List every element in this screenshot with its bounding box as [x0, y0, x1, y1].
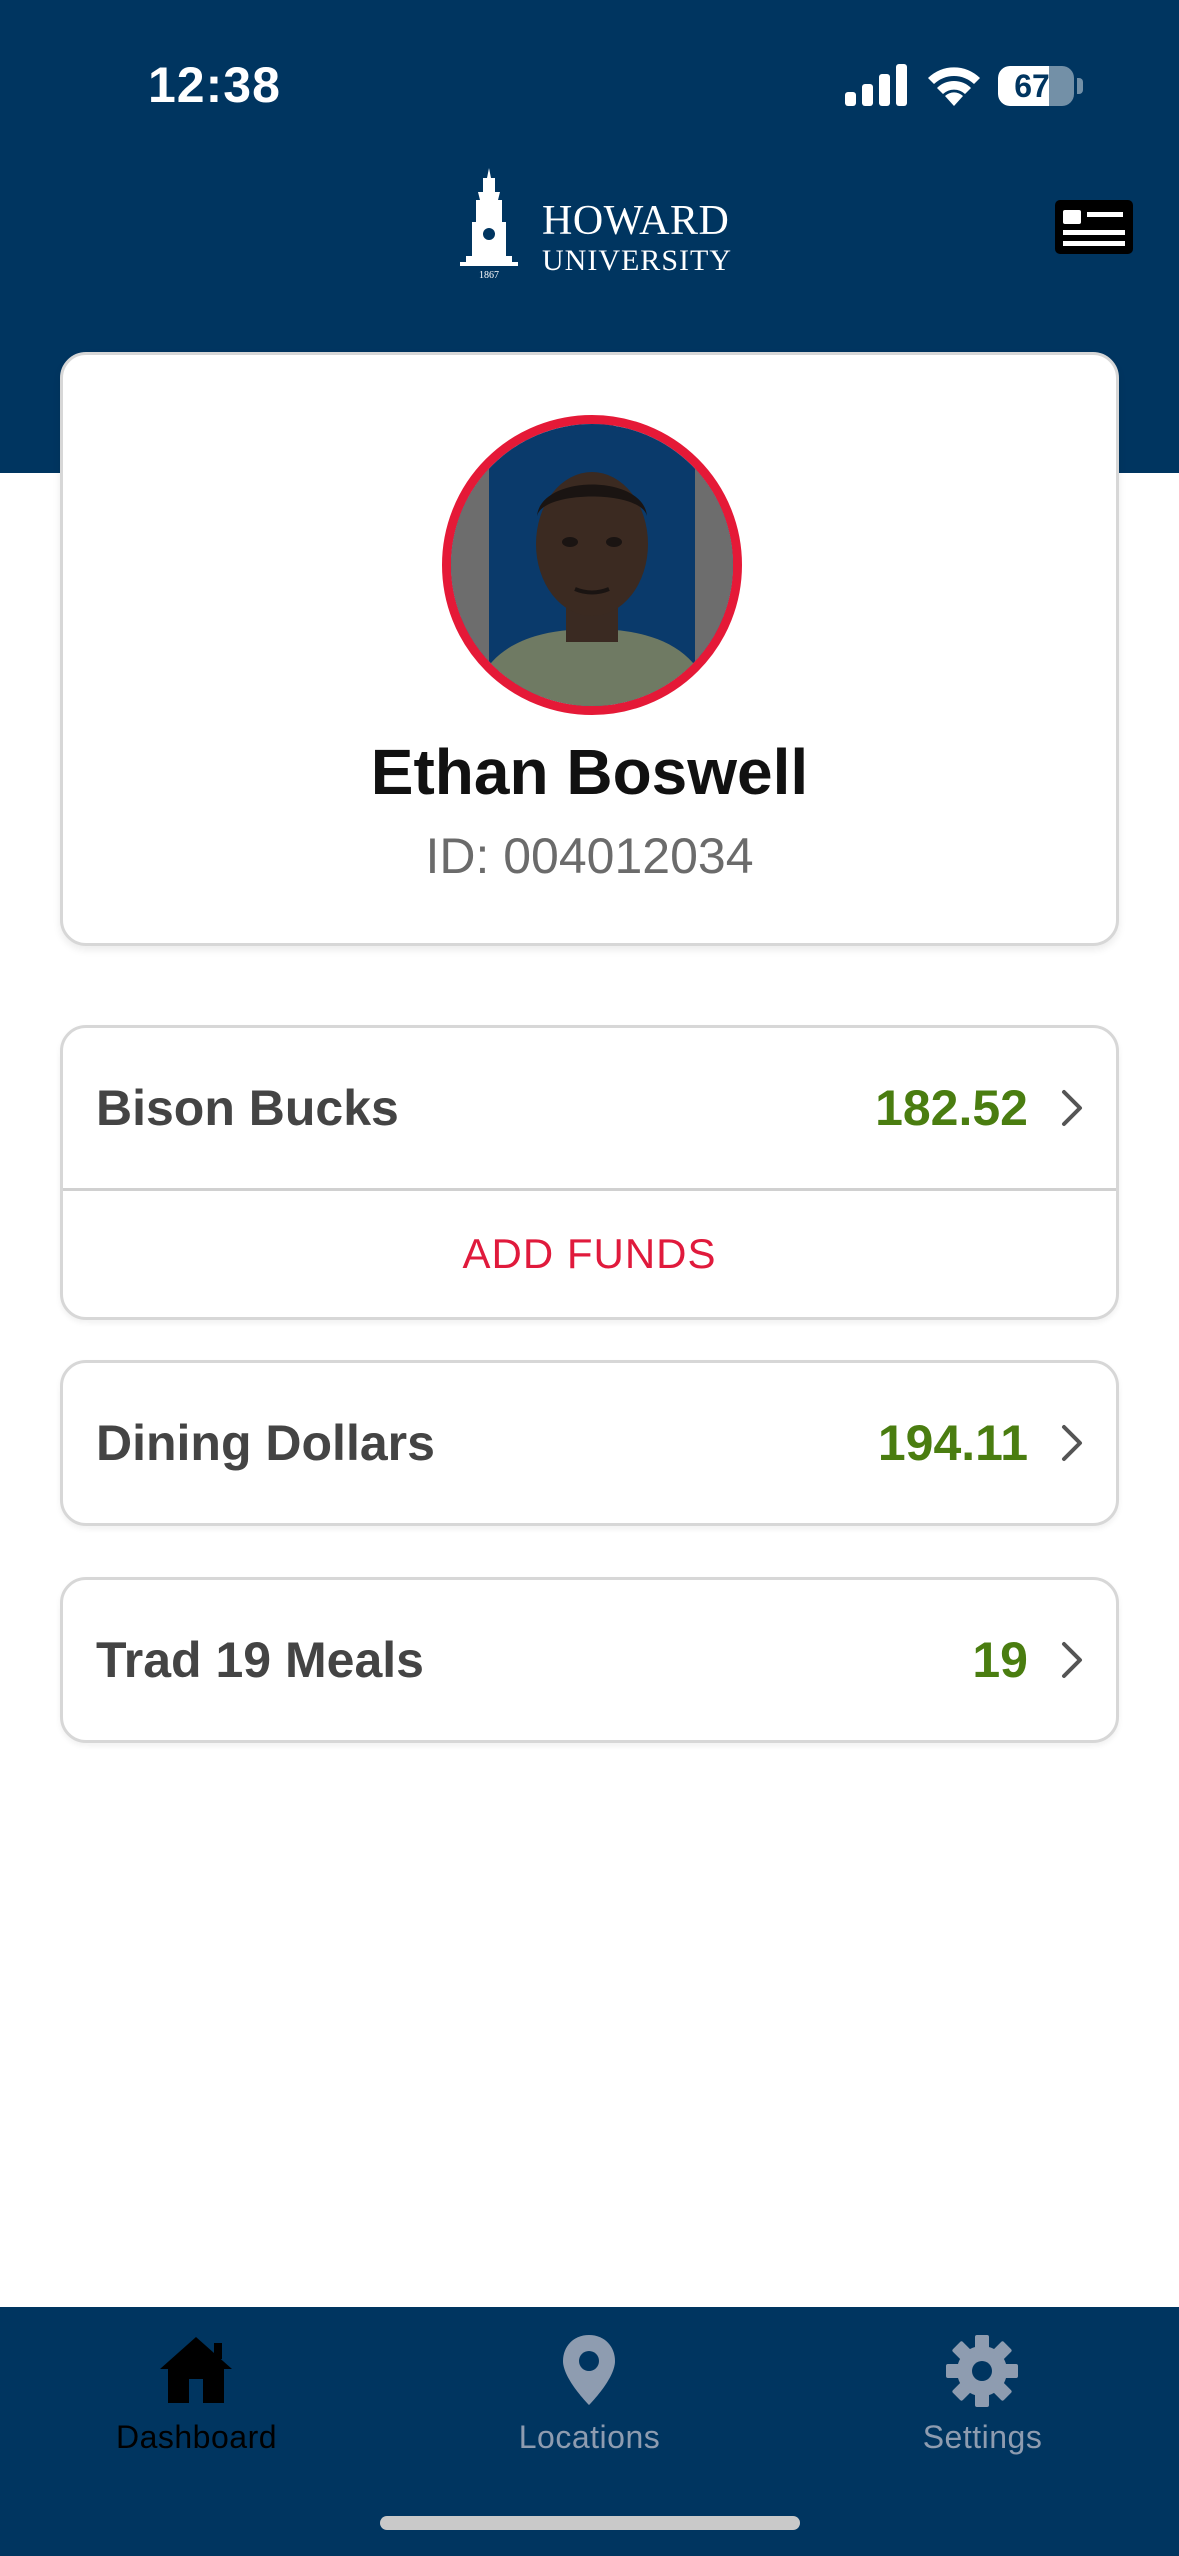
status-time: 12:38 — [148, 57, 281, 113]
dining-dollars-label: Dining Dollars — [96, 1415, 435, 1471]
profile-photo — [451, 424, 733, 706]
id-card-icon[interactable] — [1055, 200, 1133, 254]
bison-bucks-label: Bison Bucks — [96, 1080, 399, 1136]
profile-name: Ethan Boswell — [370, 736, 809, 808]
chevron-right-icon — [1062, 1642, 1082, 1678]
home-icon — [160, 2337, 232, 2403]
howard-clock-tower-logo-icon: 1867 — [460, 168, 518, 280]
map-pin-icon — [563, 2335, 615, 2405]
battery-level: 67 — [1014, 68, 1050, 104]
profile-id: ID: 004012034 — [425, 828, 754, 884]
home-indicator — [380, 2516, 800, 2530]
logo-line-university: UNIVERSITY — [542, 244, 732, 277]
howard-university-logo: HOWARD UNIVERSITY — [542, 200, 732, 276]
add-funds-button[interactable]: ADD FUNDS — [63, 1191, 1116, 1317]
tab-label-locations: Locations — [518, 2419, 661, 2455]
chevron-right-icon — [1062, 1090, 1082, 1126]
dining-dollars-row[interactable]: Dining Dollars 194.11 — [63, 1363, 1116, 1523]
bison-bucks-card: Bison Bucks 182.52 ADD FUNDS — [60, 1025, 1119, 1320]
cellular-signal-icon — [845, 64, 907, 106]
tab-label-settings: Settings — [922, 2419, 1043, 2455]
bison-bucks-value: 182.52 — [875, 1080, 1028, 1136]
tab-settings[interactable]: Settings — [786, 2307, 1179, 2507]
bison-bucks-row[interactable]: Bison Bucks 182.52 — [63, 1028, 1116, 1188]
battery-cap — [1077, 78, 1083, 94]
tab-label-dashboard: Dashboard — [115, 2419, 278, 2455]
logo-line-howard: HOWARD — [542, 198, 730, 244]
tab-locations[interactable]: Locations — [393, 2307, 786, 2507]
chevron-right-icon — [1062, 1425, 1082, 1461]
meals-row[interactable]: Trad 19 Meals 19 — [63, 1580, 1116, 1740]
profile-card: Ethan Boswell ID: 004012034 — [60, 352, 1119, 946]
logo-year: 1867 — [479, 270, 499, 280]
avatar — [442, 415, 742, 715]
battery-icon: 67 — [998, 66, 1074, 106]
meals-value: 19 — [972, 1632, 1028, 1688]
dining-dollars-card[interactable]: Dining Dollars 194.11 — [60, 1360, 1119, 1526]
meals-label: Trad 19 Meals — [96, 1632, 424, 1688]
dining-dollars-value: 194.11 — [877, 1415, 1028, 1471]
meals-card[interactable]: Trad 19 Meals 19 — [60, 1577, 1119, 1743]
tab-dashboard[interactable]: Dashboard — [0, 2307, 393, 2507]
gear-icon — [946, 2335, 1018, 2407]
wifi-icon — [928, 67, 980, 106]
